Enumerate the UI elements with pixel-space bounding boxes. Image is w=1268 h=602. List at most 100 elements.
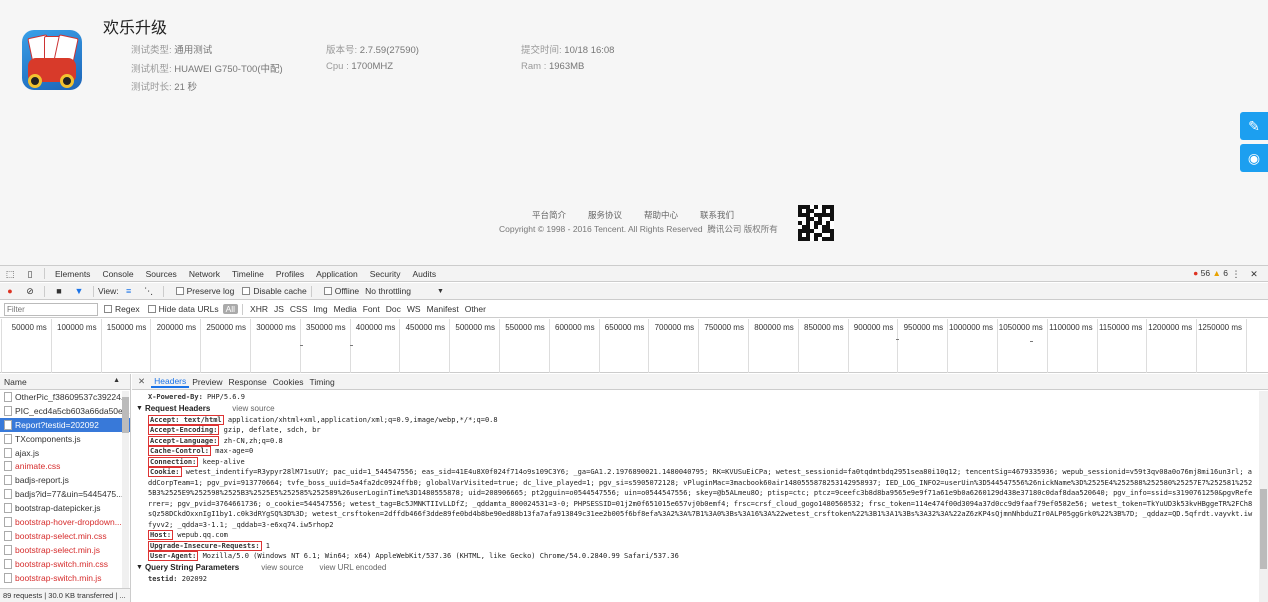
file-icon: [4, 544, 12, 555]
filter-type-css[interactable]: CSS: [287, 304, 310, 314]
header-key: Accept: text/html: [148, 414, 224, 425]
filter-input[interactable]: [4, 302, 98, 316]
tab-console[interactable]: Console: [96, 269, 139, 279]
more-menu-icon[interactable]: ⋮: [1230, 268, 1242, 280]
request-row[interactable]: bootstrap-switch.min.js: [0, 571, 130, 585]
request-row[interactable]: ajax.js: [0, 446, 130, 460]
large-rows-icon[interactable]: ≡: [123, 285, 135, 297]
timeline-tick: 450000 ms: [399, 319, 449, 373]
device-mode-icon[interactable]: ▯: [24, 268, 36, 280]
tab-profiles[interactable]: Profiles: [270, 269, 310, 279]
header-user-agent: User-Agent: Mozilla/5.0 (Windows NT 6.1;…: [148, 551, 679, 561]
timeline-tick: 1100000 ms: [1046, 319, 1097, 373]
timeline-tick: 1000000 ms: [947, 319, 997, 373]
regex-checkbox[interactable]: [104, 305, 112, 313]
header-x-powered-by: X-Powered-By: PHP/5.6.9: [148, 393, 245, 401]
filter-type-font[interactable]: Font: [360, 304, 383, 314]
filter-type-manifest[interactable]: Manifest: [424, 304, 462, 314]
network-overview-timeline[interactable]: 50000 ms 100000 ms 150000 ms 200000 ms 25000…: [0, 319, 1268, 373]
timeline-tick: 150000 ms: [100, 319, 151, 373]
footer-link-contact[interactable]: 联系我们: [700, 210, 734, 220]
filter-type-other[interactable]: Other: [462, 304, 489, 314]
timeline-request-mark: [300, 345, 303, 346]
request-row[interactable]: badjs?id=77&uin=5445475...: [0, 487, 130, 501]
clear-icon[interactable]: ⊘: [24, 285, 36, 297]
request-headers-section[interactable]: ▼ Request Headers view source: [132, 403, 1258, 415]
disable-cache-checkbox[interactable]: [242, 287, 251, 295]
hide-data-urls-checkbox[interactable]: [147, 305, 156, 313]
request-row[interactable]: bootstrap-select.min.css: [0, 529, 130, 543]
request-name: OtherPic_f38609537c39224...: [15, 391, 128, 402]
timeline-tick: 650000 ms: [598, 319, 649, 373]
footer-link-terms[interactable]: 服务协议: [588, 210, 622, 220]
view-source-link[interactable]: view source: [261, 563, 303, 572]
timeline-tick: 200000 ms: [150, 319, 200, 373]
devtools-panel: ⬚ ▯ Elements Console Sources Network Tim…: [0, 265, 1268, 602]
name-column-header[interactable]: Name ▲: [0, 374, 130, 390]
request-row[interactable]: bootstrap-select.min.js: [0, 543, 130, 557]
request-list: Name ▲ OtherPic_f38609537c39224... PIC_ecd…: [0, 374, 131, 602]
timeline-request-mark: [896, 339, 899, 340]
request-row[interactable]: bootstrap-datepicker.js: [0, 501, 130, 515]
details-scrollbar[interactable]: [1259, 391, 1268, 602]
inspect-icon[interactable]: ⬚: [4, 268, 16, 280]
header-host: Host: wepub.qq.com: [148, 530, 228, 540]
filter-type-ws[interactable]: WS: [404, 304, 424, 314]
view-url-encoded-link[interactable]: view URL encoded: [319, 563, 386, 572]
tab-elements[interactable]: Elements: [49, 269, 96, 279]
error-warning-count[interactable]: ● 56 ▲ 6: [1193, 268, 1228, 278]
file-icon: [4, 419, 12, 430]
app-icon: [22, 30, 82, 90]
request-row[interactable]: bootstrap-switch.min.css: [0, 557, 130, 571]
request-row[interactable]: badjs-report.js: [0, 473, 130, 487]
filter-type-media[interactable]: Media: [331, 304, 360, 314]
preserve-log-checkbox[interactable]: [175, 287, 184, 295]
filter-type-img[interactable]: Img: [310, 304, 330, 314]
request-row[interactable]: bootstrap-hover-dropdown...: [0, 515, 130, 529]
footer-link-help[interactable]: 帮助中心: [644, 210, 678, 220]
close-devtools-icon[interactable]: ✕: [1248, 268, 1260, 280]
tab-audits[interactable]: Audits: [406, 269, 442, 279]
feedback-edit-icon[interactable]: ✎: [1240, 112, 1268, 140]
filter-type-all[interactable]: All: [222, 304, 239, 314]
request-list-scrollbar[interactable]: [122, 391, 129, 589]
tab-security[interactable]: Security: [364, 269, 407, 279]
file-icon: [4, 405, 12, 416]
request-row[interactable]: animate.css: [0, 459, 130, 473]
timeline-tick: 1200000 ms: [1146, 319, 1196, 373]
filter-type-xhr[interactable]: XHR: [247, 304, 271, 314]
request-row[interactable]: PIC_ecd4a5cb603a66da50e...: [0, 404, 130, 418]
close-details-icon[interactable]: ✕: [132, 376, 151, 387]
qq-chat-icon[interactable]: ◉: [1240, 144, 1268, 172]
qr-code-icon: [798, 205, 834, 241]
tab-timing[interactable]: Timing: [307, 377, 338, 387]
filter-icon[interactable]: ▼: [73, 285, 85, 297]
chevron-down-icon[interactable]: ▼: [437, 288, 444, 295]
query-string-section[interactable]: ▼ Query String Parameters view source view …: [132, 562, 1258, 574]
timeline-tick: 400000 ms: [349, 319, 400, 373]
tab-application[interactable]: Application: [310, 269, 364, 279]
device-ram: Ram : 1963MB: [521, 61, 585, 72]
filter-type-js[interactable]: JS: [271, 304, 287, 314]
request-row[interactable]: TXcomponents.js: [0, 432, 130, 446]
tab-timeline[interactable]: Timeline: [226, 269, 270, 279]
tab-network[interactable]: Network: [183, 269, 226, 279]
test-type: 测试类型: 通用测试: [131, 45, 213, 56]
filter-type-doc[interactable]: Doc: [383, 304, 404, 314]
footer-link-about[interactable]: 平台简介: [532, 210, 566, 220]
request-row[interactable]: Report?testid=202092: [0, 417, 130, 432]
request-name: TXcomponents.js: [15, 433, 81, 444]
tab-cookies[interactable]: Cookies: [270, 377, 307, 387]
view-source-link[interactable]: view source: [232, 404, 274, 413]
overview-icon[interactable]: ⋱: [143, 285, 155, 297]
tab-sources[interactable]: Sources: [140, 269, 183, 279]
throttling-select[interactable]: No throttling: [365, 286, 411, 296]
capture-screenshots-icon[interactable]: ■: [53, 285, 65, 297]
offline-checkbox[interactable]: [323, 287, 332, 295]
tab-preview[interactable]: Preview: [189, 377, 225, 387]
tab-response[interactable]: Response: [226, 377, 270, 387]
record-icon[interactable]: ●: [4, 285, 16, 297]
tab-headers[interactable]: Headers: [151, 376, 190, 388]
request-name: ajax.js: [15, 447, 40, 458]
request-row[interactable]: OtherPic_f38609537c39224...: [0, 390, 130, 404]
